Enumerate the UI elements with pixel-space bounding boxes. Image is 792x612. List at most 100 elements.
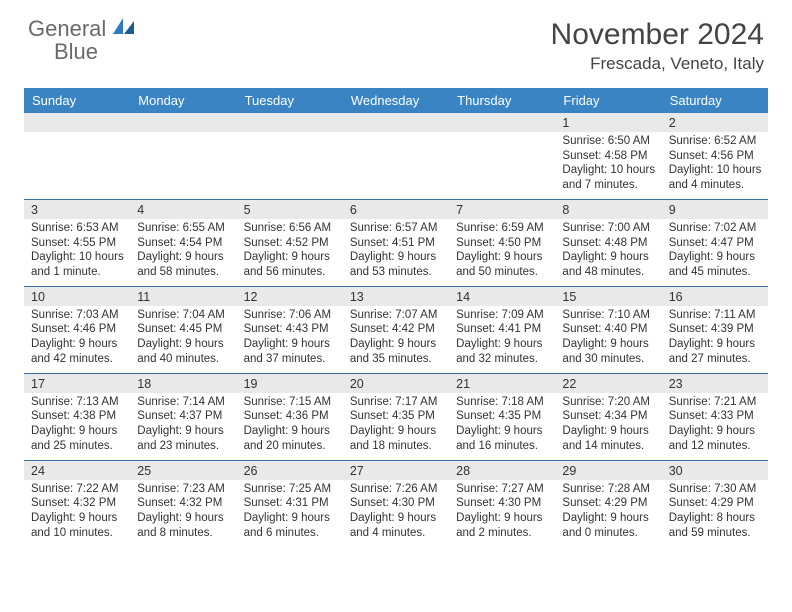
sunrise-text: Sunrise: 7:22 AM [31,482,124,497]
day-number: 10 [24,287,130,306]
daylight-text: Daylight: 8 hours and 59 minutes. [669,511,762,540]
day-cell: Sunrise: 7:20 AMSunset: 4:34 PMDaylight:… [555,393,661,460]
day-cell: Sunrise: 7:25 AMSunset: 4:31 PMDaylight:… [237,480,343,547]
day-number [130,113,236,132]
sunset-text: Sunset: 4:30 PM [456,496,549,511]
day-header: Monday [130,88,236,113]
day-number [237,113,343,132]
daylight-text: Daylight: 9 hours and 27 minutes. [669,337,762,366]
sunrise-text: Sunrise: 7:23 AM [137,482,230,497]
day-number [343,113,449,132]
daylight-text: Daylight: 9 hours and 6 minutes. [244,511,337,540]
sunset-text: Sunset: 4:31 PM [244,496,337,511]
daylight-text: Daylight: 9 hours and 12 minutes. [669,424,762,453]
day-cell: Sunrise: 7:10 AMSunset: 4:40 PMDaylight:… [555,306,661,373]
month-title: November 2024 [551,18,764,52]
day-cell: Sunrise: 6:50 AMSunset: 4:58 PMDaylight:… [555,132,661,199]
daylight-text: Daylight: 9 hours and 37 minutes. [244,337,337,366]
day-cell: Sunrise: 7:00 AMSunset: 4:48 PMDaylight:… [555,219,661,286]
weeks-container: 12Sunrise: 6:50 AMSunset: 4:58 PMDayligh… [24,113,768,546]
sunrise-text: Sunrise: 7:11 AM [669,308,762,323]
title-block: November 2024 Frescada, Veneto, Italy [551,18,764,74]
sunset-text: Sunset: 4:32 PM [137,496,230,511]
daylight-text: Daylight: 9 hours and 20 minutes. [244,424,337,453]
day-cell [130,132,236,199]
daylight-text: Daylight: 9 hours and 53 minutes. [350,250,443,279]
day-cell: Sunrise: 7:22 AMSunset: 4:32 PMDaylight:… [24,480,130,547]
sunrise-text: Sunrise: 7:17 AM [350,395,443,410]
daylight-text: Daylight: 9 hours and 10 minutes. [31,511,124,540]
sail-icon [113,18,135,39]
day-number: 22 [555,374,661,393]
sunrise-text: Sunrise: 7:18 AM [456,395,549,410]
daylight-text: Daylight: 9 hours and 16 minutes. [456,424,549,453]
day-number: 7 [449,200,555,219]
sunset-text: Sunset: 4:36 PM [244,409,337,424]
daylight-text: Daylight: 9 hours and 23 minutes. [137,424,230,453]
day-cell: Sunrise: 6:56 AMSunset: 4:52 PMDaylight:… [237,219,343,286]
logo-word-blue: Blue [54,39,98,64]
daylight-text: Daylight: 10 hours and 1 minute. [31,250,124,279]
sunrise-text: Sunrise: 6:59 AM [456,221,549,236]
day-number: 29 [555,461,661,480]
sunset-text: Sunset: 4:40 PM [562,322,655,337]
sunrise-text: Sunrise: 7:09 AM [456,308,549,323]
day-cell: Sunrise: 7:11 AMSunset: 4:39 PMDaylight:… [662,306,768,373]
logo-text-block: General Blue [28,18,135,64]
day-number-row: 17181920212223 [24,373,768,393]
daylight-text: Daylight: 9 hours and 45 minutes. [669,250,762,279]
day-number: 17 [24,374,130,393]
sunset-text: Sunset: 4:39 PM [669,322,762,337]
sunset-text: Sunset: 4:38 PM [31,409,124,424]
day-number-row: 3456789 [24,199,768,219]
day-number: 5 [237,200,343,219]
day-number: 6 [343,200,449,219]
day-number: 27 [343,461,449,480]
day-cell: Sunrise: 7:04 AMSunset: 4:45 PMDaylight:… [130,306,236,373]
day-cell: Sunrise: 6:55 AMSunset: 4:54 PMDaylight:… [130,219,236,286]
day-cell: Sunrise: 7:18 AMSunset: 4:35 PMDaylight:… [449,393,555,460]
day-number: 16 [662,287,768,306]
day-cell: Sunrise: 6:52 AMSunset: 4:56 PMDaylight:… [662,132,768,199]
day-cell: Sunrise: 7:15 AMSunset: 4:36 PMDaylight:… [237,393,343,460]
day-cell: Sunrise: 7:17 AMSunset: 4:35 PMDaylight:… [343,393,449,460]
day-number: 25 [130,461,236,480]
sunset-text: Sunset: 4:29 PM [562,496,655,511]
sunset-text: Sunset: 4:58 PM [562,149,655,164]
day-number: 1 [555,113,661,132]
daylight-text: Daylight: 9 hours and 48 minutes. [562,250,655,279]
sunset-text: Sunset: 4:35 PM [456,409,549,424]
day-number: 12 [237,287,343,306]
day-number: 23 [662,374,768,393]
header: General Blue November 2024 Frescada, Ven… [0,0,792,80]
day-cell: Sunrise: 6:53 AMSunset: 4:55 PMDaylight:… [24,219,130,286]
calendar-header-row: Sunday Monday Tuesday Wednesday Thursday… [24,88,768,113]
day-body-row: Sunrise: 6:50 AMSunset: 4:58 PMDaylight:… [24,132,768,199]
daylight-text: Daylight: 9 hours and 18 minutes. [350,424,443,453]
day-header: Wednesday [343,88,449,113]
sunrise-text: Sunrise: 6:56 AM [244,221,337,236]
sunset-text: Sunset: 4:30 PM [350,496,443,511]
sunset-text: Sunset: 4:35 PM [350,409,443,424]
day-header: Thursday [449,88,555,113]
day-number: 26 [237,461,343,480]
day-cell: Sunrise: 7:13 AMSunset: 4:38 PMDaylight:… [24,393,130,460]
day-header: Tuesday [237,88,343,113]
sunrise-text: Sunrise: 6:57 AM [350,221,443,236]
day-cell: Sunrise: 7:28 AMSunset: 4:29 PMDaylight:… [555,480,661,547]
day-cell: Sunrise: 7:30 AMSunset: 4:29 PMDaylight:… [662,480,768,547]
sunrise-text: Sunrise: 7:15 AM [244,395,337,410]
day-number: 28 [449,461,555,480]
daylight-text: Daylight: 9 hours and 25 minutes. [31,424,124,453]
sunrise-text: Sunrise: 7:04 AM [137,308,230,323]
day-number: 8 [555,200,661,219]
sunrise-text: Sunrise: 6:50 AM [562,134,655,149]
sunset-text: Sunset: 4:45 PM [137,322,230,337]
day-number: 2 [662,113,768,132]
daylight-text: Daylight: 9 hours and 50 minutes. [456,250,549,279]
day-number [24,113,130,132]
day-cell: Sunrise: 6:59 AMSunset: 4:50 PMDaylight:… [449,219,555,286]
day-cell: Sunrise: 7:07 AMSunset: 4:42 PMDaylight:… [343,306,449,373]
day-header: Saturday [662,88,768,113]
sunrise-text: Sunrise: 7:03 AM [31,308,124,323]
